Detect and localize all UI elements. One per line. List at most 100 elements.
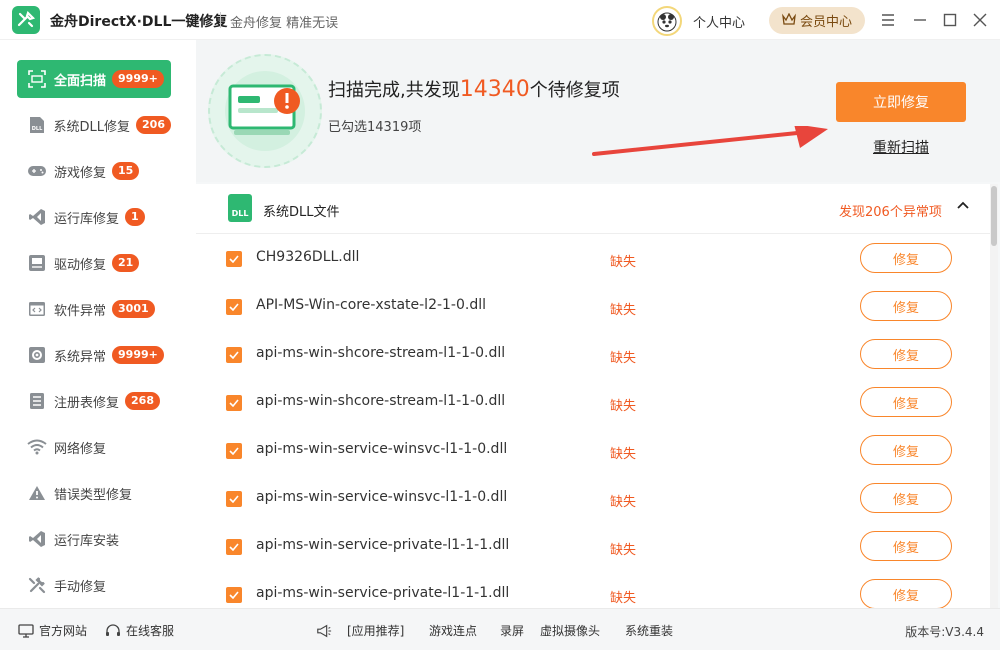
maximize-icon[interactable] [940,10,960,30]
repair-button[interactable]: 修复 [860,483,952,513]
repair-button[interactable]: 修复 [860,531,952,561]
file-status: 缺失 [610,447,637,462]
vip-center-button[interactable]: 会员中心 [769,7,865,34]
row-checkbox[interactable] [226,347,242,363]
row-checkbox[interactable] [226,395,242,411]
sidebar-item-label: 驱动修复 [54,257,107,273]
main-panel: 扫描完成,共发现14340个待修复项 已勾选14319项 立即修复 重新扫描 D… [196,40,1000,608]
sidebar-item-manual-repair[interactable]: 手动修复 [17,566,171,604]
sidebar: 全面扫描 9999+ DLL 系统DLL修复 206 游戏修复 15 运行库修复… [0,40,186,608]
sidebar-item-label: 手动修复 [54,579,107,595]
footer-link-virtual-camera[interactable]: 虚拟摄像头 [540,622,600,639]
row-checkbox[interactable] [226,443,242,459]
row-checkbox[interactable] [226,491,242,507]
gamepad-icon [26,160,48,182]
app-title: 金舟DirectX·DLL一键修复 [50,14,228,30]
sidebar-item-label: 错误类型修复 [54,487,133,503]
scan-summary: 扫描完成,共发现14340个待修复项 已勾选14319项 立即修复 重新扫描 [196,40,1000,182]
fix-now-button[interactable]: 立即修复 [836,82,966,122]
file-status: 缺失 [610,303,637,318]
sidebar-item-error-type-repair[interactable]: 错误类型修复 [17,474,171,512]
count-badge: 15 [112,162,140,180]
scan-result-title: 扫描完成,共发现14340个待修复项 [328,76,620,102]
visual-studio-icon [26,206,48,228]
sidebar-item-system-dll[interactable]: DLL 系统DLL修复 206 [17,106,171,144]
count-badge: 9999+ [112,70,164,88]
sidebar-item-software-error[interactable]: 软件异常 3001 [17,290,171,328]
online-service-link[interactable]: 在线客服 [105,622,174,639]
footer-link-auto-clicker[interactable]: 游戏连点 [429,622,477,639]
group-found-count: 发现206个异常项 [839,205,942,220]
sidebar-item-runtime-install[interactable]: 运行库安装 [17,520,171,558]
avatar[interactable] [652,6,682,36]
table-row: api-ms-win-service-winsvc-l1-1-0.dll 缺失 … [196,426,990,474]
sidebar-item-label: 全面扫描 [54,73,107,89]
sidebar-item-label: 注册表修复 [54,395,120,411]
file-status: 缺失 [610,255,637,270]
scan-result-illustration [208,54,322,168]
repair-button[interactable]: 修复 [860,387,952,417]
svg-text:DLL: DLL [32,126,43,132]
list-icon [26,390,48,412]
monitor-icon [18,623,34,639]
file-name: api-ms-win-shcore-stream-l1-1-0.dll [256,345,506,361]
megaphone-icon [316,623,332,639]
count-badge: 206 [136,116,171,134]
gear-icon [26,344,48,366]
menu-icon[interactable] [878,10,898,30]
repair-button[interactable]: 修复 [860,579,952,608]
personal-center-link[interactable]: 个人中心 [693,12,745,31]
table-row: api-ms-win-service-private-l1-1-1.dll 缺失… [196,570,990,608]
footer-link-system-reinstall[interactable]: 系统重装 [625,622,673,639]
dll-group-header[interactable]: DLL 系统DLL文件 发现206个异常项 [196,184,990,234]
rescan-link[interactable]: 重新扫描 [873,137,929,157]
app-slogan: 金舟修复 精准无误 [230,16,339,31]
repair-button[interactable]: 修复 [860,435,952,465]
file-name: api-ms-win-service-private-l1-1-1.dll [256,537,510,553]
dll-file-icon: DLL [228,194,252,222]
file-name: API-MS-Win-core-xstate-l2-1-0.dll [256,297,487,313]
chevron-up-icon[interactable] [956,198,970,214]
warning-icon [26,482,48,504]
repair-button[interactable]: 修复 [860,339,952,369]
pointer-arrow-icon [592,126,828,156]
sidebar-item-game-repair[interactable]: 游戏修复 15 [17,152,171,190]
file-status: 缺失 [610,543,637,558]
sidebar-item-runtime-repair[interactable]: 运行库修复 1 [17,198,171,236]
sidebar-item-system-error[interactable]: 系统异常 9999+ [17,336,171,374]
wifi-icon [26,436,48,458]
repair-button[interactable]: 修复 [860,291,952,321]
sidebar-item-driver-repair[interactable]: 驱动修复 21 [17,244,171,282]
file-name: api-ms-win-service-winsvc-l1-1-0.dll [256,441,508,457]
close-icon[interactable] [970,10,990,30]
file-name: CH9326DLL.dll [256,249,360,265]
sidebar-item-label: 运行库安装 [54,533,120,549]
file-name: api-ms-win-service-winsvc-l1-1-0.dll [256,489,508,505]
sidebar-item-label: 系统异常 [54,349,107,365]
minimize-icon[interactable] [910,10,930,30]
table-row: CH9326DLL.dll 缺失 修复 [196,234,990,282]
file-name: api-ms-win-shcore-stream-l1-1-0.dll [256,393,506,409]
sidebar-item-full-scan[interactable]: 全面扫描 9999+ [17,60,171,98]
list-scrollbar[interactable] [990,184,998,608]
row-checkbox[interactable] [226,587,242,603]
file-status: 缺失 [610,591,637,606]
app-logo-icon [12,6,40,34]
row-checkbox[interactable] [226,539,242,555]
row-checkbox[interactable] [226,251,242,267]
file-status: 缺失 [610,351,637,366]
official-site-link[interactable]: 官方网站 [18,622,87,639]
table-row: API-MS-Win-core-xstate-l2-1-0.dll 缺失 修复 [196,282,990,330]
scrollbar-thumb[interactable] [991,186,997,246]
repair-button[interactable]: 修复 [860,243,952,273]
file-status: 缺失 [610,495,637,510]
sidebar-item-network-repair[interactable]: 网络修复 [17,428,171,466]
row-checkbox[interactable] [226,299,242,315]
sidebar-item-registry-repair[interactable]: 注册表修复 268 [17,382,171,420]
table-row: api-ms-win-service-private-l1-1-1.dll 缺失… [196,522,990,570]
count-badge: 21 [112,254,140,272]
table-row: api-ms-win-shcore-stream-l1-1-0.dll 缺失 修… [196,378,990,426]
count-badge: 3001 [112,300,155,318]
footer: 官方网站 在线客服 [应用推荐] 游戏连点 录屏 虚拟摄像头 系统重装 版本号:… [0,608,1000,650]
footer-link-screen-record[interactable]: 录屏 [500,622,524,639]
